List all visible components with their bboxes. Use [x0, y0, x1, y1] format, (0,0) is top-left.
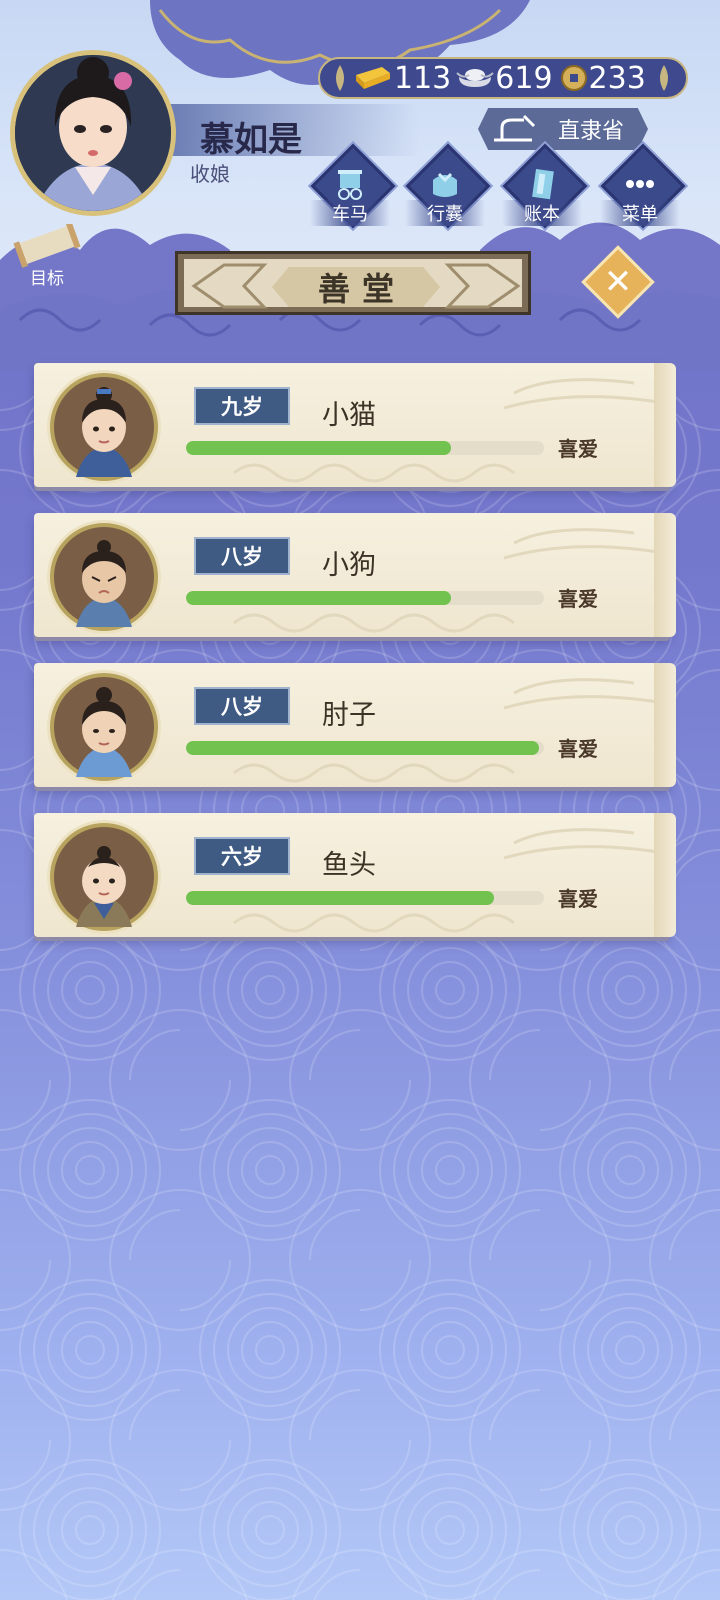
location-tag[interactable]: 直隶省	[478, 108, 648, 150]
affinity-label: 喜爱	[558, 887, 598, 911]
child-name: 肘子	[322, 700, 376, 731]
menu-ledger-button[interactable]: 账本	[502, 143, 588, 230]
close-button[interactable]: ✕	[592, 256, 644, 308]
close-icon: ✕	[603, 262, 633, 302]
gold-value: 113	[394, 60, 452, 96]
card-fold	[654, 513, 676, 637]
child-name: 小猫	[322, 400, 376, 431]
scroll-icon	[13, 222, 81, 268]
copper-coin-icon	[560, 65, 587, 91]
silver-display: 619	[455, 60, 553, 96]
bundle-icon	[433, 172, 457, 197]
affinity-bar-fill	[186, 441, 451, 455]
panel-title-plaque: 善堂	[175, 251, 531, 315]
silver-value: 619	[495, 60, 553, 96]
child-name: 小狗	[322, 550, 376, 581]
child-avatar	[50, 823, 158, 931]
goal-label: 目标	[30, 269, 64, 289]
affinity-bar	[186, 741, 544, 755]
more-icon	[626, 180, 654, 188]
age-badge: 八岁	[194, 537, 290, 575]
title-center: 善堂	[272, 267, 440, 307]
child-avatar	[50, 673, 158, 781]
age-badge: 八岁	[194, 687, 290, 725]
carriage-icon	[338, 170, 362, 200]
age-badge: 九岁	[194, 387, 290, 425]
coin-value: 233	[588, 60, 646, 96]
affinity-bar-fill	[186, 591, 451, 605]
gold-display: 113	[350, 61, 451, 96]
player-title: 收娘	[190, 162, 230, 186]
leaf-ornament-icon	[336, 65, 344, 91]
menu-carriage-label: 车马	[310, 200, 390, 226]
silver-ingot-icon	[456, 69, 494, 87]
player-portrait-icon	[15, 55, 171, 211]
child-card[interactable]: 八岁 小狗 喜爱	[34, 513, 676, 637]
child-portrait-icon	[76, 540, 132, 627]
goal-button[interactable]: 目标	[12, 222, 82, 290]
child-card[interactable]: 九岁 小猫 喜爱	[34, 363, 676, 487]
panel-title: 善堂	[317, 270, 406, 308]
child-portrait-icon	[76, 687, 132, 777]
child-name: 鱼头	[322, 850, 376, 881]
affinity-label: 喜爱	[558, 587, 598, 611]
affinity-label: 喜爱	[558, 737, 598, 761]
menu-carriage-button[interactable]: 车马	[310, 143, 396, 230]
affinity-label: 喜爱	[558, 437, 598, 461]
location-label: 直隶省	[557, 119, 624, 144]
sedan-chair-icon	[494, 114, 536, 142]
affinity-bar-fill	[186, 741, 539, 755]
leaf-ornament-icon	[659, 65, 668, 91]
menu-bundle-label: 行囊	[405, 200, 485, 226]
ledger-icon	[532, 169, 554, 200]
player-name: 慕如是	[200, 120, 302, 160]
affinity-bar	[186, 891, 544, 905]
affinity-bar	[186, 591, 544, 605]
card-fold	[654, 663, 676, 787]
child-portrait-icon	[76, 387, 132, 477]
menu-more-label: 菜单	[600, 200, 680, 226]
menu-bundle-button[interactable]: 行囊	[405, 143, 491, 230]
gold-ingot-icon	[356, 67, 390, 89]
coin-display: 233	[559, 61, 646, 96]
menu-ledger-label: 账本	[502, 200, 582, 226]
player-avatar[interactable]	[10, 50, 176, 216]
child-avatar	[50, 523, 158, 631]
child-card[interactable]: 六岁 鱼头 喜爱	[34, 813, 676, 937]
affinity-bar	[186, 441, 544, 455]
currency-bar: 113 619 233	[318, 57, 688, 99]
affinity-bar-fill	[186, 891, 494, 905]
child-avatar	[50, 373, 158, 481]
plaque-inner: 善堂	[184, 259, 522, 309]
menu-more-button[interactable]: 菜单	[600, 143, 686, 230]
child-card[interactable]: 八岁 肘子 喜爱	[34, 663, 676, 787]
card-fold	[654, 813, 676, 937]
child-portrait-icon	[76, 846, 132, 927]
card-fold	[654, 363, 676, 487]
age-badge: 六岁	[194, 837, 290, 875]
